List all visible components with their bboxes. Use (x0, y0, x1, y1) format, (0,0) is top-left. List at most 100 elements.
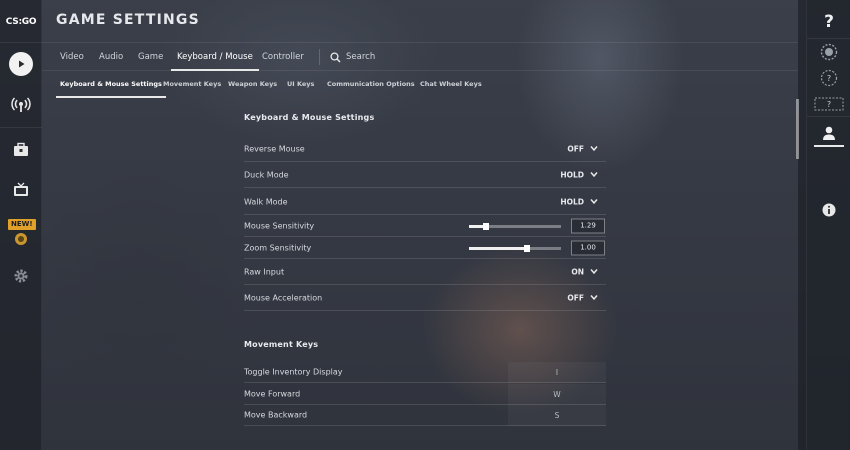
mouse-sensitivity-input[interactable]: 1.29 (571, 218, 605, 233)
sidebar-divider (807, 116, 850, 117)
chevron-down-icon (590, 199, 598, 205)
subtab-movement-keys[interactable]: Movement Keys (163, 71, 221, 98)
setting-row-walk-mode: Walk Mode HOLD (244, 189, 606, 215)
play-icon (9, 52, 33, 76)
keybind-row-toggle-inventory: Toggle Inventory Display I (244, 362, 606, 383)
reverse-mouse-dropdown[interactable]: OFF (567, 144, 598, 153)
inventory-button[interactable] (6, 135, 36, 165)
play-button[interactable] (6, 49, 36, 79)
setting-row-reverse-mouse: Reverse Mouse OFF (244, 136, 606, 162)
setting-row-zoom-sensitivity: Zoom Sensitivity 1.00 (244, 237, 606, 259)
info-icon (822, 203, 836, 217)
setting-label: Reverse Mouse (244, 144, 305, 153)
tab-divider (319, 49, 320, 65)
walk-mode-dropdown[interactable]: HOLD (560, 197, 598, 206)
search-icon (330, 51, 341, 63)
chevron-down-icon (590, 295, 598, 301)
svg-text:?: ? (827, 100, 831, 109)
mouse-sensitivity-slider[interactable] (469, 222, 561, 230)
setting-label: Zoom Sensitivity (244, 243, 312, 252)
tab-game[interactable]: Game (138, 43, 163, 71)
keybind-row-move-backward: Move Backward S (244, 405, 606, 426)
chevron-down-icon (590, 146, 598, 152)
unknown-rank-box-icon: ? (814, 97, 844, 111)
chevron-down-icon (590, 172, 598, 178)
wingman-rank-button[interactable]: ? (814, 65, 844, 91)
rank-badge-icon (820, 43, 838, 61)
dropdown-value: OFF (567, 293, 584, 302)
settings-button[interactable] (6, 261, 36, 291)
dropdown-value: OFF (567, 144, 584, 153)
setting-row-mouse-acceleration: Mouse Acceleration OFF (244, 285, 606, 311)
mouse-acceleration-dropdown[interactable]: OFF (567, 293, 598, 302)
slider-handle[interactable] (482, 222, 489, 230)
setting-row-mouse-sensitivity: Mouse Sensitivity 1.29 (244, 215, 606, 237)
page-title: GAME SETTINGS (56, 12, 200, 28)
keybind-button[interactable]: W (508, 384, 606, 405)
content-scrollbar[interactable] (796, 99, 799, 159)
tab-video[interactable]: Video (60, 43, 84, 71)
keybind-button[interactable]: I (508, 362, 606, 383)
setting-row-raw-input: Raw Input ON (244, 259, 606, 285)
settings-gear-icon (14, 269, 28, 283)
svg-text:?: ? (827, 74, 831, 83)
profile-icon (823, 126, 835, 140)
inventory-icon (14, 142, 28, 156)
section-title-movement-keys: Movement Keys (244, 340, 319, 349)
unknown-rank-icon: ? (820, 69, 838, 87)
dropdown-value: ON (571, 267, 584, 276)
tv-icon (14, 182, 28, 196)
subtab-weapon-keys[interactable]: Weapon Keys (228, 71, 277, 98)
slider-handle[interactable] (523, 244, 530, 252)
zoom-sensitivity-input[interactable]: 1.00 (571, 240, 605, 255)
setting-label: Duck Mode (244, 170, 289, 179)
chevron-down-icon (590, 269, 598, 275)
tab-controller[interactable]: Controller (262, 43, 304, 71)
help-button[interactable]: ? (814, 9, 844, 35)
setting-row-duck-mode: Duck Mode HOLD (244, 162, 606, 188)
broadcast-icon (11, 97, 31, 112)
settings-subtabs: Keyboard & Mouse Settings Movement Keys … (42, 71, 798, 99)
dropdown-value: HOLD (560, 170, 584, 179)
right-sidebar: ? ? ? (806, 0, 850, 450)
watch-broadcast-button[interactable] (6, 90, 36, 120)
operation-icon (15, 233, 27, 245)
slider-fill (469, 246, 527, 250)
keybind-label: Toggle Inventory Display (244, 367, 343, 377)
subtab-communication-options[interactable]: Communication Options (327, 71, 415, 98)
search-button[interactable]: Search (330, 43, 375, 71)
keybind-row-move-forward: Move Forward W (244, 384, 606, 405)
zoom-sensitivity-slider[interactable] (469, 244, 561, 252)
setting-label: Raw Input (244, 267, 285, 276)
watch-button[interactable] (6, 175, 36, 205)
sidebar-divider (0, 42, 42, 43)
setting-label: Mouse Sensitivity (244, 221, 315, 230)
tab-audio[interactable]: Audio (99, 43, 123, 71)
setting-label: Mouse Acceleration (244, 293, 323, 302)
subtab-chat-wheel-keys[interactable]: Chat Wheel Keys (420, 71, 482, 98)
csgo-logo: CS:GO (5, 17, 37, 27)
subtab-keyboard-mouse-settings[interactable]: Keyboard & Mouse Settings (56, 71, 166, 98)
profile-button[interactable] (814, 119, 844, 147)
keybind-label: Move Backward (244, 410, 308, 420)
danger-zone-rank-button[interactable]: ? (814, 91, 844, 117)
rank-badge-button[interactable] (814, 39, 844, 65)
keybind-label: Move Forward (244, 389, 301, 399)
duck-mode-dropdown[interactable]: HOLD (560, 170, 598, 179)
setting-label: Walk Mode (244, 197, 288, 206)
tab-keyboard-mouse[interactable]: Keyboard / Mouse (171, 43, 259, 71)
help-icon: ? (824, 12, 834, 32)
subtab-ui-keys[interactable]: UI Keys (287, 71, 314, 98)
section-title-keyboard-mouse: Keyboard & Mouse Settings (244, 113, 375, 122)
scroll-track (798, 0, 806, 450)
sidebar-divider (0, 127, 42, 128)
settings-tabs: Video Audio Game Keyboard / Mouse Contro… (42, 42, 798, 71)
raw-input-dropdown[interactable]: ON (571, 267, 598, 276)
search-label: Search (346, 52, 376, 62)
header: GAME SETTINGS (42, 0, 798, 42)
keybind-button[interactable]: S (508, 405, 606, 426)
new-badge: NEW! (8, 219, 36, 230)
dropdown-value: HOLD (560, 197, 584, 206)
profile-active-indicator (814, 145, 844, 147)
info-button[interactable] (814, 197, 844, 223)
